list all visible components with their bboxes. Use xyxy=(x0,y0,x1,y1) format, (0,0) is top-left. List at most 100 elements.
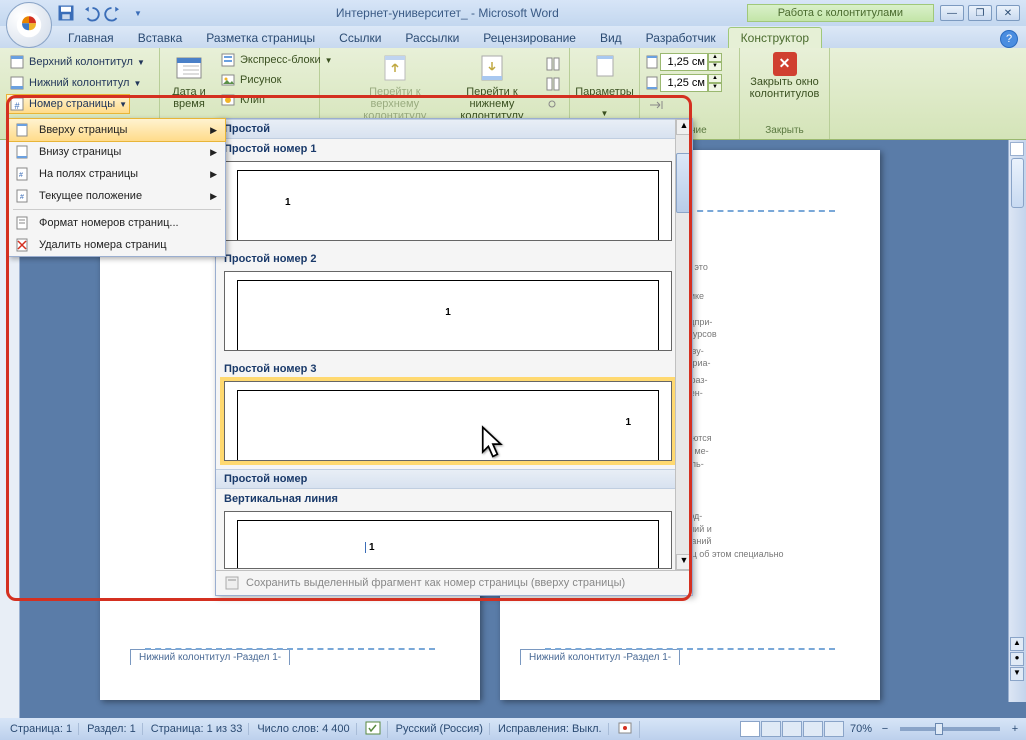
status-words[interactable]: Число слов: 4 400 xyxy=(251,723,356,735)
tab-mailings[interactable]: Рассылки xyxy=(393,28,471,48)
help-button[interactable]: ? xyxy=(1000,30,1018,48)
maximize-button[interactable]: ❐ xyxy=(968,5,992,21)
calendar-icon xyxy=(173,52,205,84)
browse-prev[interactable]: ▲ xyxy=(1010,637,1024,651)
ruler-toggle[interactable] xyxy=(1010,142,1024,156)
header-icon xyxy=(9,54,25,70)
svg-text:#: # xyxy=(14,101,19,111)
zoom-out[interactable]: − xyxy=(878,723,892,735)
header-position-input[interactable] xyxy=(660,53,708,71)
gallery-scrollbar[interactable]: ▲ ▼ xyxy=(675,119,692,570)
view-buttons xyxy=(740,721,844,737)
view-outline[interactable] xyxy=(803,721,823,737)
menu-top-of-page[interactable]: Вверху страницы▶ xyxy=(8,118,226,142)
gallery-scroll-thumb[interactable] xyxy=(676,153,692,213)
undo-icon[interactable] xyxy=(80,3,100,23)
zoom-in[interactable]: + xyxy=(1008,723,1022,735)
page-number-icon: # xyxy=(9,96,25,112)
status-pages[interactable]: Страница: 1 из 33 xyxy=(145,723,250,735)
footer-dropdown[interactable]: Нижний колонтитул▼ xyxy=(6,73,144,93)
prev-icon xyxy=(545,56,561,72)
gallery-item-2[interactable]: 1 xyxy=(224,271,672,351)
nav-opt1[interactable] xyxy=(541,54,565,74)
page-number-label: Номер страницы xyxy=(29,98,115,110)
quickparts-icon xyxy=(220,52,236,68)
tab-review[interactable]: Рецензирование xyxy=(471,28,588,48)
insert-alignment-tab[interactable] xyxy=(644,95,668,115)
link-icon xyxy=(545,96,561,112)
save-icon[interactable] xyxy=(56,3,76,23)
menu-remove-page-numbers[interactable]: Удалить номера страниц xyxy=(9,234,225,256)
view-draft[interactable] xyxy=(824,721,844,737)
close-group-label: Закрыть xyxy=(744,124,825,137)
tab-page-layout[interactable]: Разметка страницы xyxy=(194,28,327,48)
options-icon xyxy=(589,52,621,84)
svg-text:#: # xyxy=(19,172,23,179)
quick-parts-button[interactable]: Экспресс-блоки ▼ xyxy=(216,50,337,70)
view-full-screen[interactable] xyxy=(761,721,781,737)
header-position-spinner[interactable]: ▲▼ xyxy=(644,53,722,71)
picture-button[interactable]: Рисунок xyxy=(216,70,337,90)
gallery-item-1-label: Простой номер 1 xyxy=(216,139,692,159)
scroll-thumb[interactable] xyxy=(1011,158,1024,208)
zoom-level[interactable]: 70% xyxy=(846,723,876,735)
menu-page-margins[interactable]: # На полях страницы▶ xyxy=(9,163,225,185)
footer-position-input[interactable] xyxy=(660,74,708,92)
clip-art-button[interactable]: Клип xyxy=(216,90,337,110)
title-bar: ▼ Интернет-университет_ - Microsoft Word… xyxy=(0,0,1026,26)
gallery-item-2-label: Простой номер 2 xyxy=(216,249,692,269)
menu-current-position[interactable]: # Текущее положение▶ xyxy=(9,185,225,207)
format-icon xyxy=(14,215,30,231)
footer-position-spinner[interactable]: ▲▼ xyxy=(644,74,722,92)
vertical-scrollbar[interactable]: ▲ ● ▼ xyxy=(1008,140,1026,702)
tab-developer[interactable]: Разработчик xyxy=(634,28,728,48)
tab-view[interactable]: Вид xyxy=(588,28,634,48)
header-dropdown[interactable]: Верхний колонтитул▼ xyxy=(6,52,148,72)
view-print-layout[interactable] xyxy=(740,721,760,737)
status-section[interactable]: Раздел: 1 xyxy=(81,723,143,735)
minimize-button[interactable]: — xyxy=(940,5,964,21)
goto-footer-button[interactable]: Перейти к нижнему колонтитулу xyxy=(445,50,539,124)
tab-references[interactable]: Ссылки xyxy=(327,28,393,48)
current-pos-icon: # xyxy=(14,188,30,204)
tab-icon xyxy=(648,97,664,113)
close-header-footer-button[interactable]: ✕ Закрыть окно колонтитулов xyxy=(744,50,825,102)
top-page-icon xyxy=(14,122,30,138)
tab-insert[interactable]: Вставка xyxy=(126,28,195,48)
tab-design[interactable]: Конструктор xyxy=(728,27,822,48)
quick-access-toolbar: ▼ xyxy=(56,3,148,23)
gallery-item-3[interactable]: 1 xyxy=(224,381,672,461)
status-track-changes[interactable]: Исправления: Выкл. xyxy=(492,723,609,735)
close-button[interactable]: ✕ xyxy=(996,5,1020,21)
options-button[interactable]: Параметры▼ xyxy=(574,50,635,121)
goto-footer-icon xyxy=(476,52,508,84)
status-spell-icon[interactable] xyxy=(359,721,388,738)
gallery-item-1[interactable]: 1 xyxy=(224,161,672,241)
status-macro-icon[interactable] xyxy=(611,721,640,738)
tab-home[interactable]: Главная xyxy=(56,28,126,48)
office-button[interactable] xyxy=(6,2,52,48)
scroll-up-icon[interactable]: ▲ xyxy=(676,119,692,135)
redo-icon[interactable] xyxy=(104,3,124,23)
scroll-down-icon[interactable]: ▼ xyxy=(676,554,692,570)
status-language[interactable]: Русский (Россия) xyxy=(390,723,490,735)
page-number-dropdown[interactable]: # Номер страницы▼ xyxy=(6,94,130,114)
qat-dropdown-icon[interactable]: ▼ xyxy=(128,3,148,23)
nav-opt3[interactable] xyxy=(541,94,565,114)
browse-select[interactable]: ● xyxy=(1010,652,1024,666)
gallery-item-4[interactable]: 1 xyxy=(224,511,672,569)
goto-header-button[interactable]: Перейти к верхнему колонтитулу xyxy=(347,50,443,124)
nav-opt2[interactable] xyxy=(541,74,565,94)
date-time-button[interactable]: Дата и время xyxy=(164,50,214,112)
menu-bottom-of-page[interactable]: Внизу страницы▶ xyxy=(9,141,225,163)
header-pos-icon xyxy=(644,54,660,70)
ribbon-tabs: Главная Вставка Разметка страницы Ссылки… xyxy=(0,26,1026,48)
status-page[interactable]: Страница: 1 xyxy=(4,723,79,735)
menu-format-page-numbers[interactable]: Формат номеров страниц... xyxy=(9,212,225,234)
zoom-slider[interactable] xyxy=(900,727,1000,731)
gallery-save-selection: Сохранить выделенный фрагмент как номер … xyxy=(216,570,692,595)
margins-icon: # xyxy=(14,166,30,182)
view-web[interactable] xyxy=(782,721,802,737)
browse-next[interactable]: ▼ xyxy=(1010,667,1024,681)
page-number-gallery: Простой Простой номер 1 1 Простой номер … xyxy=(215,118,693,596)
